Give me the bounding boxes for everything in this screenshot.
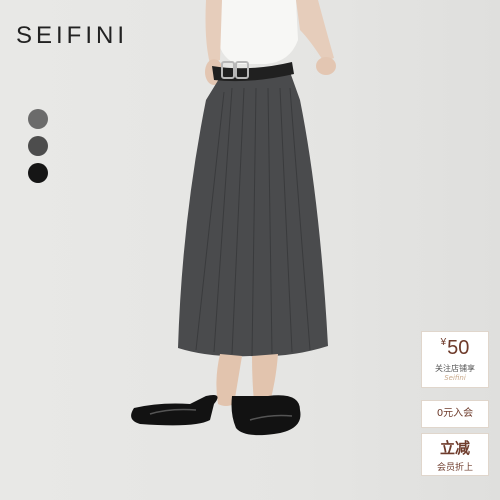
right-arm <box>296 0 334 62</box>
color-swatch-dark-grey[interactable] <box>28 136 48 156</box>
coupon-amount: ¥50 <box>422 337 488 360</box>
top-garment <box>218 0 298 64</box>
instant-discount-label: 立减 <box>439 439 470 457</box>
member-discount-label: 会员折上 <box>436 463 473 473</box>
product-page: SEIFINI ¥50 关注店铺享 Seifini 0元入会 立减 会员折上 <box>0 0 500 500</box>
follow-store-coupon[interactable]: ¥50 关注店铺享 Seifini <box>421 331 489 388</box>
coupon-value: 50 <box>447 337 470 359</box>
right-hand <box>316 57 336 75</box>
brand-logo: SEIFINI <box>16 22 129 49</box>
coupon-note: 关注店铺享 <box>435 364 475 373</box>
member-discount-badge[interactable]: 立减 会员折上 <box>421 433 489 476</box>
coupon-signature: Seifini <box>444 374 466 382</box>
left-arm <box>205 0 222 64</box>
color-swatch-grey[interactable] <box>28 109 48 129</box>
join-membership-button[interactable]: 0元入会 <box>421 400 489 428</box>
color-swatch-black[interactable] <box>28 163 48 183</box>
coupon-currency: ¥ <box>440 337 447 348</box>
